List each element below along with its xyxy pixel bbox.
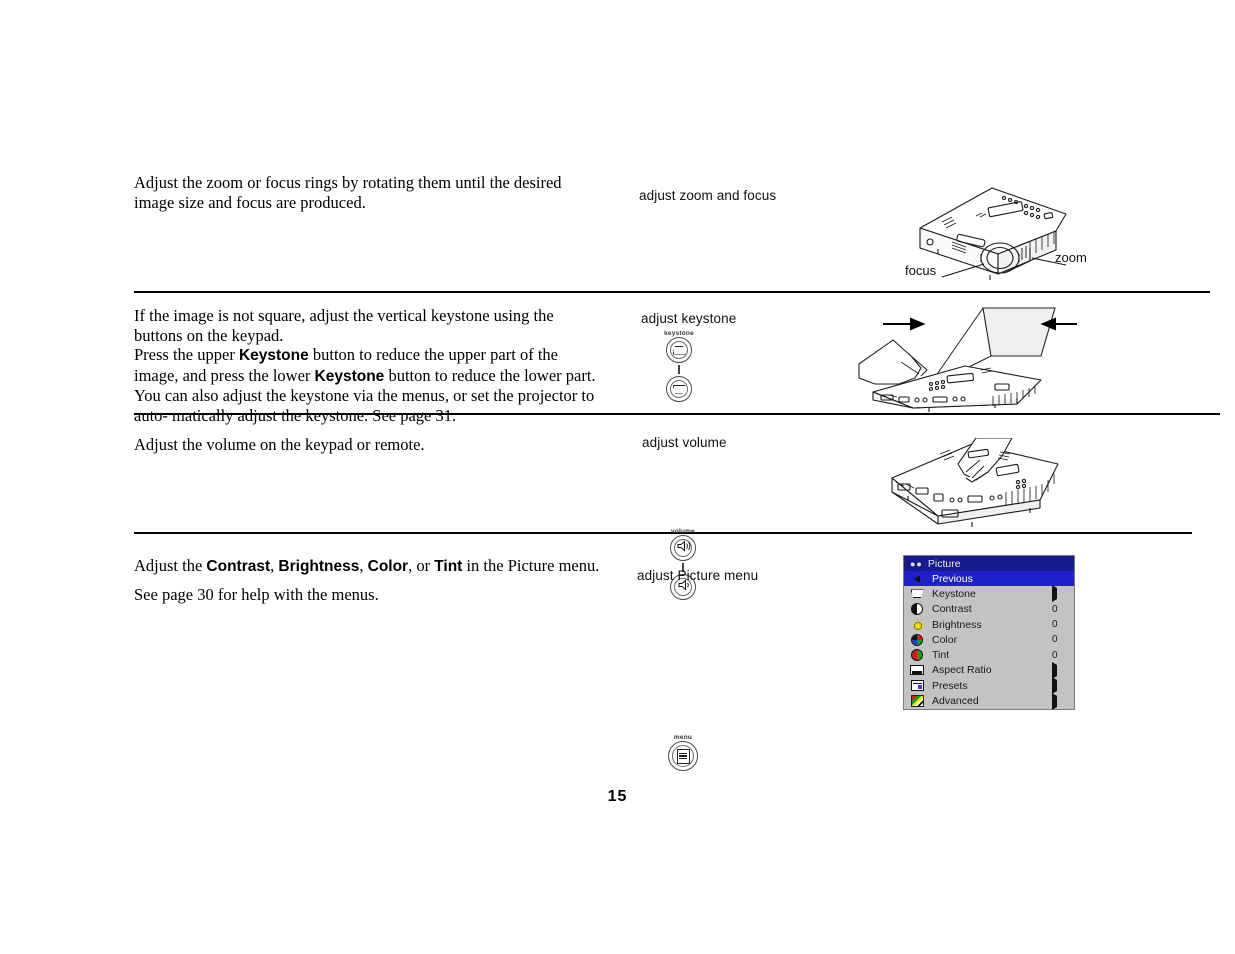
picture-line-i: in the Picture menu. — [462, 556, 600, 575]
osd-submenu-presets — [1046, 677, 1074, 695]
illustration-projector-volume — [880, 437, 1072, 530]
section-divider-1 — [134, 291, 1210, 293]
keystone-body-text: If the image is not square, adjust the v… — [134, 306, 604, 425]
brightness-icon — [908, 618, 926, 632]
aspect-ratio-icon — [908, 664, 926, 677]
keystone-line-3a: Press the upper — [134, 345, 239, 364]
keypad-keystone-label: keystone — [664, 330, 694, 337]
keypad-volume-buttons: volume — [663, 528, 703, 600]
keystone-up-icon — [672, 345, 686, 355]
volume-up-icon — [676, 539, 691, 557]
osd-label-contrast: Contrast — [932, 603, 972, 616]
osd-submenu-aspect-ratio — [1046, 661, 1074, 679]
osd-label-tint: Tint — [932, 649, 950, 662]
osd-submenu-advanced — [1046, 692, 1074, 710]
picture-menu-body-text: Adjust the Contrast, Brightness, Color, … — [134, 556, 604, 604]
osd-value-color: 0 — [1052, 634, 1058, 646]
volume-up-button[interactable] — [670, 535, 696, 561]
picture-bold-contrast: Contrast — [206, 558, 271, 575]
osd-row-previous[interactable]: Previous — [904, 571, 1074, 587]
picture-line-a: Adjust the — [134, 556, 207, 575]
advanced-icon — [908, 695, 926, 708]
keystone-bold-term-2: Keystone — [314, 367, 385, 385]
osd-label-presets: Presets — [932, 679, 968, 692]
osd-title-label: Picture — [927, 557, 961, 570]
keypad-menu-label: menu — [673, 734, 693, 741]
osd-row-presets[interactable]: Presets — [904, 677, 1074, 695]
osd-row-contrast[interactable]: Contrast 0 — [904, 602, 1074, 617]
keystone-up-button[interactable] — [666, 337, 692, 363]
keystone-line-1: If the image is not square, adjust the v… — [134, 306, 554, 345]
osd-title-dots-icon: ●● — [910, 558, 923, 569]
keystone-bold-term-1: Keystone — [238, 347, 309, 364]
osd-label-color: Color — [932, 633, 958, 646]
picture-bold-tint: Tint — [434, 558, 463, 575]
osd-row-advanced[interactable]: Advanced — [904, 692, 1074, 710]
osd-row-color[interactable]: Color 0 — [904, 632, 1074, 647]
keystone-down-icon — [672, 384, 686, 394]
keystone-icon — [908, 587, 926, 600]
osd-row-tint[interactable]: Tint 0 — [904, 647, 1074, 662]
osd-row-aspect-ratio[interactable]: Aspect Ratio — [904, 661, 1074, 679]
presets-icon — [908, 679, 926, 692]
osd-row-keystone[interactable]: Keystone — [904, 585, 1074, 603]
picture-sep-2: , — [359, 556, 368, 575]
volume-down-icon — [676, 578, 691, 596]
color-icon — [908, 633, 926, 646]
keypad-keystone-buttons: keystone — [659, 330, 699, 402]
back-arrow-icon — [908, 572, 926, 585]
caption-adjust-picture-menu: adjust Picture menu — [637, 568, 759, 583]
menu-button[interactable] — [668, 741, 698, 771]
osd-row-brightness[interactable]: Brightness 0 — [904, 617, 1074, 632]
osd-label-aspect-ratio: Aspect Ratio — [932, 664, 992, 677]
picture-line-2: See page 30 for help with the menus. — [134, 584, 379, 604]
osd-label-keystone: Keystone — [932, 587, 976, 600]
keystone-line-4a: press the lower — [210, 365, 315, 385]
osd-submenu-keystone — [1046, 585, 1074, 603]
osd-label-previous: Previous — [926, 572, 1046, 585]
keypad-volume-label: volume — [671, 528, 695, 535]
contrast-icon — [908, 603, 926, 616]
caption-adjust-keystone: adjust keystone — [641, 311, 737, 326]
volume-line-1: Adjust the volume on the keypad or remot… — [134, 435, 425, 454]
osd-value-tint: 0 — [1052, 649, 1058, 661]
osd-title-bar: ●● Picture — [904, 556, 1074, 571]
picture-bold-brightness: Brightness — [278, 558, 360, 575]
osd-value-brightness: 0 — [1052, 619, 1058, 631]
keystone-line-6: matically adjust the keystone. See page … — [172, 405, 457, 425]
menu-list-icon — [676, 748, 690, 764]
osd-label-brightness: Brightness — [932, 618, 982, 631]
callout-focus-label: focus — [905, 263, 937, 278]
zoom-focus-line-2: and focus are produced. — [208, 192, 366, 212]
keypad-connector — [678, 365, 680, 374]
volume-body-text: Adjust the volume on the keypad or remot… — [134, 435, 604, 455]
osd-picture-menu[interactable]: ●● Picture Previous Keystone Contrast 0 … — [903, 555, 1075, 710]
callout-zoom-label: zoom — [1055, 250, 1087, 265]
keypad-menu-button: menu — [663, 734, 703, 771]
osd-label-advanced: Advanced — [932, 695, 979, 708]
illustration-projector-keystone — [855, 300, 1085, 412]
keystone-line-4c: button to reduce the lower part. — [384, 365, 596, 385]
picture-sep-3: , or — [408, 556, 435, 575]
tint-icon — [908, 649, 926, 662]
caption-adjust-volume: adjust volume — [642, 435, 727, 450]
osd-value-contrast: 0 — [1052, 603, 1058, 615]
zoom-focus-body-text: Adjust the zoom or focus rings by rotati… — [134, 173, 604, 212]
picture-bold-color: Color — [367, 558, 409, 575]
keystone-line-2: the keypad. — [207, 325, 284, 345]
keystone-down-button[interactable] — [666, 376, 692, 402]
manual-page: Adjust the zoom or focus rings by rotati… — [0, 0, 1235, 954]
page-number: 15 — [607, 788, 628, 805]
caption-adjust-zoom-and-focus: adjust zoom and focus — [639, 188, 777, 203]
